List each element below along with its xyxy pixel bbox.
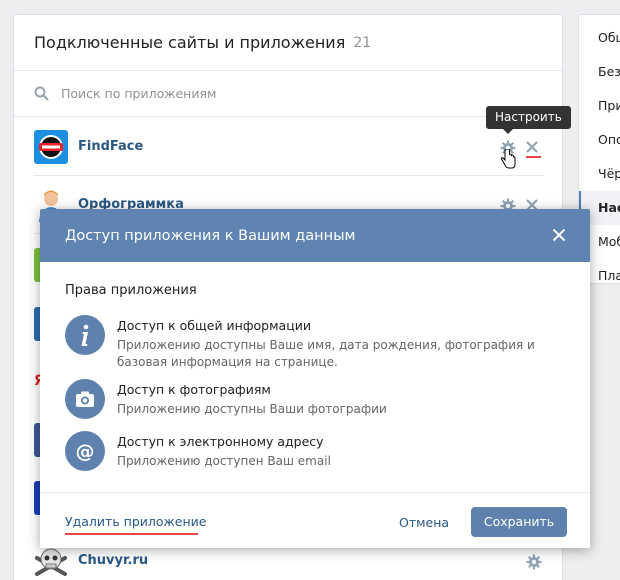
search-icon: [34, 86, 49, 101]
permission-item: Доступ к общей информации Приложению дос…: [65, 315, 565, 379]
permission-title: Доступ к фотографиям: [117, 382, 271, 397]
cancel-button[interactable]: Отмена: [387, 508, 461, 538]
gear-icon[interactable]: [526, 554, 542, 570]
menu-item-general[interactable]: Общ: [579, 21, 620, 55]
svg-text:@: @: [76, 441, 95, 463]
modal-body: Права приложения Доступ к общей информац…: [40, 262, 590, 489]
modal-title: Доступ приложения к Вашим данным: [65, 227, 356, 244]
close-icon[interactable]: [552, 228, 566, 242]
permission-item: Доступ к фотографиям Приложению доступны…: [65, 379, 565, 431]
permission-description: Приложению доступен Ваш email: [117, 454, 331, 468]
tooltip-arrow: [503, 129, 513, 134]
search-row: [14, 71, 562, 117]
apps-count: 21: [353, 34, 372, 51]
delete-app-link[interactable]: Удалить приложение: [65, 514, 206, 529]
section-title: Права приложения: [65, 283, 197, 298]
modal-header: Доступ приложения к Вашим данным: [40, 209, 590, 262]
app-name[interactable]: FindFace: [78, 139, 143, 154]
findface-logo-icon: [34, 130, 68, 164]
permission-title: Доступ к общей информации: [117, 318, 311, 333]
app-name[interactable]: Chuvyr.ru: [78, 553, 148, 568]
hand-cursor-icon: [500, 148, 516, 173]
skull-pirate-icon: [34, 544, 68, 578]
close-icon[interactable]: [524, 139, 540, 155]
info-icon: [65, 315, 105, 355]
menu-item-notifications[interactable]: Опо: [579, 123, 620, 157]
permission-description: Приложению доступны Ваше имя, дата рожде…: [117, 338, 535, 369]
camera-icon: [65, 379, 105, 419]
menu-item-security[interactable]: Безо: [579, 55, 620, 89]
at-sign-icon: @: [65, 431, 105, 471]
menu-item-blacklist[interactable]: Чёр: [579, 157, 620, 191]
save-button[interactable]: Сохранить: [471, 507, 567, 537]
permission-description: Приложению доступны Ваши фотографии: [117, 402, 387, 416]
permission-item: @ Доступ к электронному адресу Приложени…: [65, 431, 565, 489]
modal-footer: Удалить приложение Отмена Сохранить: [40, 492, 590, 548]
app-access-modal: Доступ приложения к Вашим данным Права п…: [40, 209, 590, 548]
settings-tooltip: Настроить: [486, 106, 571, 129]
highlight-underline: [526, 156, 541, 158]
page-title: Подключенные сайты и приложения: [34, 33, 346, 52]
app-row-findface[interactable]: FindFace: [34, 118, 544, 176]
permission-title: Доступ к электронному адресу: [117, 434, 324, 449]
highlight-underline: [65, 533, 198, 535]
search-input[interactable]: [61, 86, 501, 101]
menu-item-privacy[interactable]: При: [579, 89, 620, 123]
panel-header: Подключенные сайты и приложения 21: [14, 15, 562, 71]
